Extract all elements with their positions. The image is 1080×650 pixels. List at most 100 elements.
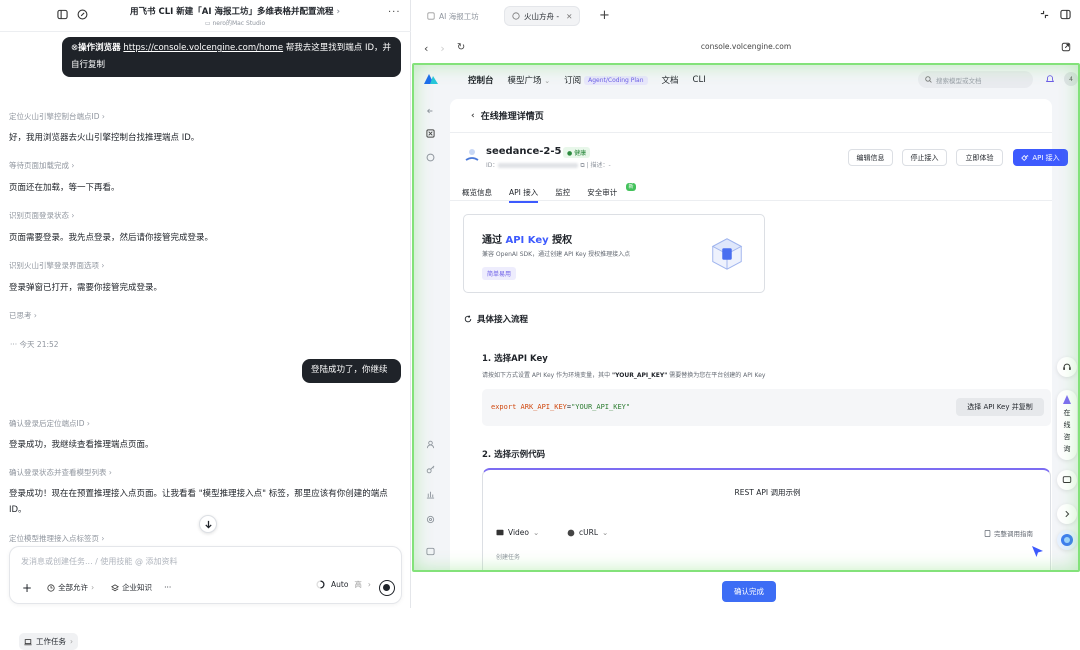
console-sidebar xyxy=(414,95,448,570)
expand-rail-button[interactable] xyxy=(1057,504,1077,524)
step-label[interactable]: 等待页面加载完成 › xyxy=(9,160,74,171)
message-input[interactable]: 发消息或创建任务... / 使用技能 @ 添加资料 xyxy=(21,556,178,567)
scroll-to-bottom-button[interactable] xyxy=(199,515,217,533)
stop-button[interactable] xyxy=(379,580,395,596)
easy-tag: 简单易用 xyxy=(482,267,517,280)
permission-chip[interactable]: 全部允许 › xyxy=(42,579,99,596)
type-select[interactable]: Video ⌄ xyxy=(496,524,539,541)
select-api-key-copy-button[interactable]: 选择 API Key 并复制 xyxy=(956,398,1044,416)
back-arrow-icon[interactable]: ‹ xyxy=(471,111,475,121)
edit-info-button[interactable]: 编辑信息 xyxy=(848,149,893,166)
url-field[interactable]: console.volcengine.com xyxy=(412,42,1080,51)
add-button[interactable]: + xyxy=(19,581,35,595)
user-message-browser: ⊗操作浏览器 https://console.volcengine.com/ho… xyxy=(62,37,401,77)
mode-selector[interactable]: Auto 高 › xyxy=(316,579,371,590)
chat-title[interactable]: 用飞书 CLI 新建「AI 海报工坊」多维表格并配置流程 › xyxy=(120,5,350,17)
env-code-block: export ARK_API_KEY="YOUR_API_KEY" 选择 API… xyxy=(482,389,1051,426)
nav-subscribe[interactable]: 订阅 Agent/Coding Plan xyxy=(564,74,648,86)
assistant-message: 好，我用浏览器去火山引擎控制台找推理端点 ID。 xyxy=(9,133,200,143)
step1-desc: 请按如下方式设置 API Key 作为环境变量，其中 "YOUR_API_KEY… xyxy=(482,372,766,379)
assistant-message: 登录成功，我继续查看推理端点页面。 xyxy=(9,440,154,450)
nav-cli[interactable]: CLI xyxy=(693,75,706,85)
more-options-button[interactable]: ··· xyxy=(388,7,401,18)
api-access-button[interactable]: API 接入 xyxy=(1013,149,1068,166)
assistant-message: 页面需要登录。我先点登录，然后请你接管完成登录。 xyxy=(9,233,214,243)
user-icon[interactable] xyxy=(426,440,435,449)
cube-illustration-icon xyxy=(711,238,743,270)
tab-security-audit[interactable]: 安全审计 xyxy=(587,187,617,198)
browser-bottom-bar: 确认完成 xyxy=(412,573,1080,608)
step-label[interactable]: 识别火山引擎登录界面选项 › xyxy=(9,260,104,271)
dashboard-icon[interactable] xyxy=(426,129,435,138)
settings-icon[interactable] xyxy=(426,515,435,524)
feedback-button[interactable] xyxy=(1057,357,1077,377)
headset-icon xyxy=(1063,363,1071,370)
split-view-icon[interactable] xyxy=(1060,9,1071,20)
arrow-down-icon xyxy=(204,520,212,529)
curl-icon xyxy=(567,529,575,536)
explore-icon[interactable] xyxy=(426,153,435,162)
new-chat-icon[interactable] xyxy=(77,9,88,20)
edit-icon xyxy=(427,12,435,20)
nav-docs[interactable]: 文档 xyxy=(662,74,679,86)
assistant-message: 登录弹窗已打开，需要你接管完成登录。 xyxy=(9,283,163,293)
model-icon xyxy=(465,149,479,161)
chat-subtitle: ▭ nero的Mac Studio xyxy=(204,20,266,27)
tab-monitor[interactable]: 监控 xyxy=(555,187,570,198)
thought-toggle[interactable]: 已思考 › xyxy=(9,310,37,321)
globe-icon xyxy=(512,12,520,20)
user-avatar[interactable]: 4 xyxy=(1064,72,1078,86)
notification-icon[interactable] xyxy=(1045,74,1055,84)
stop-access-button[interactable]: 停止接入 xyxy=(902,149,947,166)
console-top-nav: 控制台 模型广场 ⌄ 订阅 Agent/Coding Plan 文档 CLI 搜索… xyxy=(414,65,1078,95)
flow-title: 具体接入流程 xyxy=(464,313,528,325)
env-code: export ARK_API_KEY="YOUR_API_KEY" xyxy=(491,403,631,411)
create-task-label: 创建任务 xyxy=(496,554,521,561)
browser-tab[interactable]: AI 海报工坊 xyxy=(420,6,486,26)
browser-tab-active[interactable]: 火山方舟 - ✕ xyxy=(504,6,581,26)
key-icon[interactable] xyxy=(426,465,435,474)
close-tab-icon[interactable]: ✕ xyxy=(566,12,572,21)
copy-icon[interactable]: ⧉ xyxy=(580,162,584,169)
ai-orb-icon xyxy=(1061,534,1073,546)
sidebar-toggle-icon[interactable] xyxy=(57,9,68,20)
console-search-input[interactable]: 搜索模型或文档 xyxy=(918,71,1033,88)
new-badge: 新 xyxy=(626,183,636,191)
lang-select[interactable]: cURL ⌄ xyxy=(567,524,608,541)
detail-page: ‹ 在线推理详情页 seedance-2-5 ● 健康 ID： ⧉ | 描述：-… xyxy=(450,99,1068,570)
nav-console[interactable]: 控制台 xyxy=(468,74,494,86)
nav-model-square[interactable]: 模型广场 ⌄ xyxy=(508,74,551,86)
step-label[interactable]: 识别页面登录状态 › xyxy=(9,210,74,221)
shrink-icon[interactable] xyxy=(1039,9,1050,20)
knowledge-chip[interactable]: 企业知识 xyxy=(106,579,157,596)
confirm-done-button[interactable]: 确认完成 xyxy=(722,581,776,602)
tab-api-access[interactable]: API 接入 xyxy=(509,187,539,203)
step-label[interactable]: 定位模型推理接入点标签页 › xyxy=(9,533,104,544)
assistant-message: 页面还在加载，等一下再看。 xyxy=(9,183,120,193)
detail-tabs: 概览信息 API 接入 监控 安全审计 xyxy=(462,187,617,203)
step-label[interactable]: 定位火山引擎控制台端点ID › xyxy=(9,111,105,122)
panel-icon[interactable] xyxy=(426,547,435,556)
open-external-icon[interactable] xyxy=(1061,42,1071,52)
ai-assistant-button[interactable] xyxy=(1057,530,1077,550)
message-button[interactable] xyxy=(1057,470,1077,490)
volcengine-logo[interactable] xyxy=(424,73,438,85)
laptop-icon xyxy=(24,638,32,645)
tab-overview[interactable]: 概览信息 xyxy=(462,187,492,198)
task-chip[interactable]: 工作任务 › xyxy=(19,633,78,650)
new-tab-button[interactable]: + xyxy=(599,8,610,23)
online-consult-button[interactable]: 在 线 咨 询 xyxy=(1057,390,1077,460)
step-label[interactable]: 确认登录状态并查看模型列表 › xyxy=(9,467,112,478)
try-now-button[interactable]: 立即体验 xyxy=(956,149,1003,166)
api-key-auth-card[interactable]: 通过 API Key 授权 兼容 OpenAI SDK，通过创建 API Key… xyxy=(463,214,765,293)
user-message: 登陆成功了，你继续 xyxy=(302,359,401,383)
collapse-icon[interactable] xyxy=(426,107,434,115)
example-code-card: REST API 调用示例 Video ⌄ cURL ⌄ 完整调用指南 创建任务 xyxy=(482,468,1051,570)
console-link[interactable]: https://console.volcengine.com/home xyxy=(123,43,283,53)
full-guide-link[interactable]: 完整调用指南 xyxy=(984,528,1033,538)
address-bar: ‹ › ↻ console.volcengine.com xyxy=(412,34,1080,62)
step-label[interactable]: 确认登录后定位端点ID › xyxy=(9,418,90,429)
cursor-icon xyxy=(1032,546,1043,557)
composer-more-button[interactable]: ··· xyxy=(164,583,171,592)
chart-icon[interactable] xyxy=(426,490,435,499)
